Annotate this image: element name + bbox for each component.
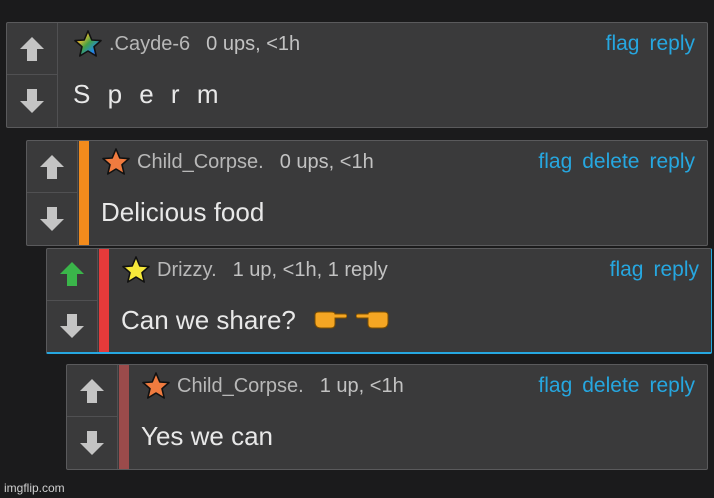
comment-header: .Cayde-6 0 ups, <1h: [73, 29, 300, 59]
vote-column: [47, 249, 98, 352]
comment-text: S p e r m: [73, 79, 224, 109]
comment-actions: flag delete reply: [528, 147, 695, 177]
username-link[interactable]: .Cayde-6: [109, 33, 190, 56]
delete-link[interactable]: delete: [582, 150, 639, 174]
rainbow-star-icon: [73, 29, 103, 59]
arrow-down-icon: [60, 314, 84, 339]
downvote-button[interactable]: [7, 75, 57, 127]
arrow-up-icon: [80, 378, 104, 403]
delete-link[interactable]: delete: [582, 374, 639, 398]
downvote-button[interactable]: [27, 193, 77, 245]
thread-stripe: [79, 141, 89, 245]
comment-text: Yes we can: [141, 421, 274, 451]
vote-column: [7, 23, 58, 127]
arrow-down-icon: [80, 431, 104, 455]
arrow-up-icon: [40, 154, 64, 179]
arrow-down-icon: [40, 207, 64, 231]
thread-stripe: [99, 249, 109, 352]
comment-text: Delicious food: [101, 197, 265, 227]
comment-actions: flag reply: [596, 29, 695, 59]
upvote-button[interactable]: [47, 249, 97, 301]
upvote-button[interactable]: [67, 365, 117, 417]
comment-header: Child_Corpse. 1 up, <1h: [141, 371, 404, 401]
vote-column: [67, 365, 118, 469]
comment-body: Can we share?: [121, 305, 390, 338]
username-link[interactable]: Child_Corpse.: [137, 151, 264, 174]
comment-meta: 1 up, <1h: [319, 374, 404, 397]
yellow-star-icon: [121, 255, 151, 285]
username-link[interactable]: Child_Corpse.: [177, 375, 304, 398]
flag-link[interactable]: flag: [538, 150, 572, 174]
reply-link[interactable]: reply: [649, 374, 695, 398]
vote-column: [27, 141, 78, 245]
comment-meta: 0 ups, <1h: [206, 32, 301, 55]
reply-link[interactable]: reply: [649, 150, 695, 174]
flag-link[interactable]: flag: [606, 32, 640, 56]
comment-card: Child_Corpse. 1 up, <1h flag delete repl…: [66, 364, 708, 470]
upvote-button[interactable]: [27, 141, 77, 193]
flag-link[interactable]: flag: [610, 258, 644, 282]
orange-star-icon: [141, 371, 171, 401]
comment-actions: flag delete reply: [528, 371, 695, 401]
comment-header: Drizzy. 1 up, <1h, 1 reply: [121, 255, 388, 285]
downvote-button[interactable]: [67, 417, 117, 469]
arrow-up-icon: [20, 36, 44, 61]
thread-stripe: [119, 365, 129, 469]
arrow-down-icon: [20, 89, 44, 113]
reply-link[interactable]: reply: [649, 32, 695, 56]
comment-card: .Cayde-6 0 ups, <1h flag reply S p e r m: [6, 22, 708, 128]
pointing-right-hand-icon: [313, 307, 348, 338]
pointing-left-hand-icon: [355, 307, 390, 338]
comment-card: Child_Corpse. 0 ups, <1h flag delete rep…: [26, 140, 708, 246]
comment-meta: 1 up, <1h, 1 reply: [232, 258, 388, 281]
username-link[interactable]: Drizzy.: [157, 259, 217, 282]
flag-link[interactable]: flag: [538, 374, 572, 398]
comment-actions: flag reply: [600, 255, 699, 285]
upvote-button[interactable]: [7, 23, 57, 75]
arrow-up-icon: [60, 262, 84, 287]
comment-card: Drizzy. 1 up, <1h, 1 reply flag reply Ca…: [46, 248, 712, 354]
orange-star-icon: [101, 147, 131, 177]
watermark: imgflip.com: [4, 481, 65, 495]
comment-meta: 0 ups, <1h: [279, 150, 374, 173]
reply-link[interactable]: reply: [653, 258, 699, 282]
comment-header: Child_Corpse. 0 ups, <1h: [101, 147, 374, 177]
comment-text: Can we share?: [121, 305, 296, 335]
downvote-button[interactable]: [47, 301, 97, 353]
